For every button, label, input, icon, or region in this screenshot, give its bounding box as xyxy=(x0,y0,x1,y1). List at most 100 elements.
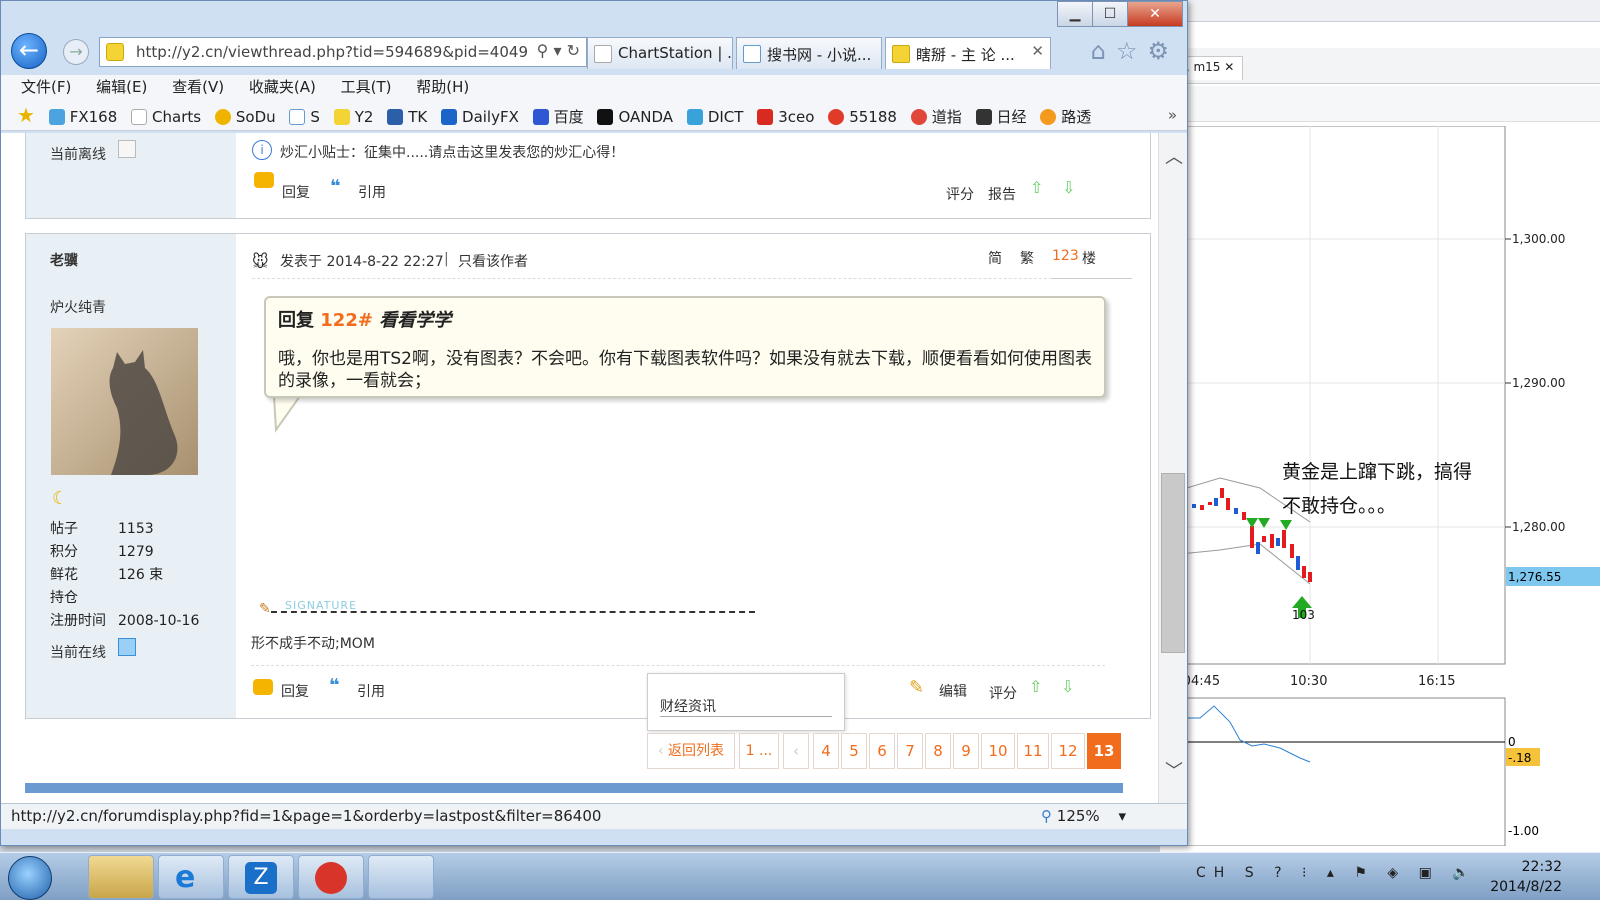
indicator-low-label: -1.00 xyxy=(1508,824,1539,838)
page-button[interactable]: 10 xyxy=(981,733,1015,769)
finance-news-popup: 财经资讯 xyxy=(647,673,845,731)
fav-link[interactable]: S xyxy=(310,108,320,126)
gear-icon[interactable]: ⚙ xyxy=(1147,37,1179,65)
close-window-icon[interactable]: ✕ xyxy=(1127,1,1183,27)
tip-link[interactable]: 炒汇小贴士：征集中.....请点击这里发表您的炒汇心得！ xyxy=(280,142,624,162)
fav-link[interactable]: 55188 xyxy=(849,108,897,126)
page-button[interactable]: 7 xyxy=(897,733,923,769)
menu-tools[interactable]: 工具(T) xyxy=(341,78,392,96)
page-button[interactable]: 5 xyxy=(841,733,867,769)
finance-news-link[interactable]: 财经资讯 xyxy=(660,696,716,716)
zoom-level: 125% xyxy=(1056,807,1100,825)
edit-link[interactable]: 编辑 xyxy=(939,681,967,701)
back-arrow-icon[interactable]: ← xyxy=(11,33,47,69)
vertical-scrollbar[interactable]: ︿ ﹀ xyxy=(1158,133,1187,803)
scroll-down-icon[interactable]: ﹀ xyxy=(1165,757,1183,783)
zoom-control[interactable]: ⚲ 125% ▾ xyxy=(1041,807,1126,825)
menu-view[interactable]: 查看(V) xyxy=(172,78,224,96)
thumb-up-icon[interactable]: ⇧ xyxy=(1029,677,1042,696)
page-button[interactable]: 8 xyxy=(925,733,951,769)
stat-value: 1279 xyxy=(118,544,154,560)
fav-link[interactable]: 路透 xyxy=(1061,108,1091,126)
tab-soshu[interactable]: 搜书网 - 小说... xyxy=(736,37,882,69)
menu-file[interactable]: 文件(F) xyxy=(21,78,71,96)
tab-forum[interactable]: 瞎掰 - 主 论 ... ✕ xyxy=(885,37,1051,69)
prev-page-button[interactable]: ‹ xyxy=(783,733,809,769)
avatar[interactable] xyxy=(51,328,198,475)
zoom-magnifier-icon: ⚲ xyxy=(1041,807,1052,825)
favorites-star-icon[interactable]: ★ xyxy=(17,103,35,127)
current-page-button[interactable]: 13 xyxy=(1087,733,1121,769)
author-only-link[interactable]: 只看该作者 xyxy=(458,251,528,271)
explorer-taskbar-button[interactable] xyxy=(88,855,154,899)
online-status: 当前在线 xyxy=(50,645,106,661)
close-icon[interactable]: ✕ xyxy=(1224,60,1234,74)
page-button[interactable]: 9 xyxy=(953,733,979,769)
chart-app-titlebar xyxy=(1160,0,1600,22)
page-button[interactable]: 6 xyxy=(869,733,895,769)
quote-link[interactable]: 引用 xyxy=(358,182,386,202)
fav-link[interactable]: 道指 xyxy=(932,108,962,126)
fav-link[interactable]: 百度 xyxy=(554,108,584,126)
thumb-down-icon[interactable]: ⇩ xyxy=(1061,677,1074,696)
forward-arrow-icon[interactable]: → xyxy=(63,39,89,65)
fav-link[interactable]: FX168 xyxy=(70,108,118,126)
fav-link[interactable]: Charts xyxy=(152,108,201,126)
reply-link[interactable]: 回复 xyxy=(281,681,309,701)
reply-link[interactable]: 回复 xyxy=(282,182,310,202)
fav-link[interactable]: 日经 xyxy=(997,108,1027,126)
close-tab-icon[interactable]: ✕ xyxy=(1031,42,1044,60)
trading-app-icon xyxy=(315,862,347,894)
browser-window: ▁ ☐ ✕ ← → http://y2.cn/viewthread.php?ti… xyxy=(0,0,1188,846)
quote-link[interactable]: 引用 xyxy=(357,681,385,701)
ie-taskbar-button[interactable]: e xyxy=(158,855,224,899)
report-link[interactable]: 报告 xyxy=(988,184,1016,204)
fav-link[interactable]: TK xyxy=(408,108,427,126)
favorites-star-icon[interactable]: ☆ xyxy=(1116,37,1148,65)
candle xyxy=(1250,526,1254,548)
scroll-up-icon[interactable]: ︿ xyxy=(1165,143,1183,169)
stat-key: 注册时间 xyxy=(50,613,106,629)
rate-link[interactable]: 评分 xyxy=(946,184,974,204)
clock[interactable]: 22:32 2014/8/22 xyxy=(1490,857,1562,897)
menu-favorites[interactable]: 收藏夹(A) xyxy=(249,78,316,96)
page-first-button[interactable]: 1 ... xyxy=(739,733,779,769)
floor-number: 123 xyxy=(1052,248,1079,264)
start-button[interactable] xyxy=(8,856,52,900)
system-tray: CH S ? ⁝ ▴ ⚑ ◈ ▣ 🔈 xyxy=(1196,865,1478,881)
chart-taskbar-button[interactable] xyxy=(298,855,364,899)
language-indicator[interactable]: CH xyxy=(1196,865,1232,881)
menu-help[interactable]: 帮助(H) xyxy=(416,78,469,96)
simplified-link[interactable]: 简 xyxy=(988,248,1002,268)
minimize-icon[interactable]: ▁ xyxy=(1057,1,1093,27)
page-button[interactable]: 11 xyxy=(1017,733,1049,769)
menu-edit[interactable]: 编辑(E) xyxy=(96,78,147,96)
page-button[interactable]: 4 xyxy=(813,733,839,769)
back-to-list-button[interactable]: ‹ 返回列表 xyxy=(647,733,735,769)
fav-link[interactable]: 3ceo xyxy=(778,108,814,126)
tab-chartstation[interactable]: ChartStation | ... xyxy=(587,37,733,69)
footer-bar xyxy=(25,783,1123,793)
fav-link[interactable]: DICT xyxy=(708,108,744,126)
app-taskbar-button[interactable]: Z xyxy=(228,855,294,899)
reply-ref-link[interactable]: 122# xyxy=(320,310,373,331)
traditional-link[interactable]: 繁 xyxy=(1020,248,1034,268)
thumb-up-icon[interactable]: ⇧ xyxy=(1030,178,1043,197)
address-bar[interactable]: http://y2.cn/viewthread.php?tid=594689&p… xyxy=(99,37,587,67)
scrollbar-thumb[interactable] xyxy=(1161,473,1185,653)
fav-link[interactable]: DailyFX xyxy=(462,108,519,126)
page-button[interactable]: 12 xyxy=(1051,733,1085,769)
fav-link[interactable]: Y2 xyxy=(355,108,374,126)
rate-link[interactable]: 评分 xyxy=(989,683,1017,703)
chevron-more-icon[interactable]: » xyxy=(1168,101,1177,129)
home-icon[interactable]: ⌂ xyxy=(1091,37,1116,65)
fav-link[interactable]: OANDA xyxy=(618,108,673,126)
thumb-down-icon[interactable]: ⇩ xyxy=(1062,178,1075,197)
fav-link[interactable]: SoDu xyxy=(236,108,276,126)
address-controls[interactable]: ⚲ ▾ ↻ xyxy=(537,41,580,60)
chartstation-taskbar-button[interactable] xyxy=(368,855,434,899)
online-status: 当前离线 xyxy=(50,147,106,163)
author-name[interactable]: 老骥 xyxy=(50,250,78,270)
maximize-icon[interactable]: ☐ xyxy=(1092,1,1128,27)
tray-icons[interactable]: S ? ⁝ ▴ ⚑ ◈ ▣ 🔈 xyxy=(1245,865,1478,881)
